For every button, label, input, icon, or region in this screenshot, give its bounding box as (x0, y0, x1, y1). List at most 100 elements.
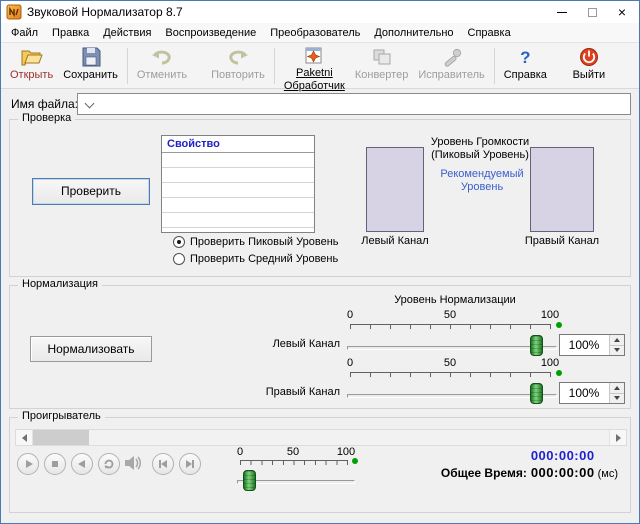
player-scale-50: 50 (278, 446, 308, 458)
radio-check-average[interactable]: Проверить Средний Уровень (173, 253, 338, 265)
recommended-level-text: Рекомендуемый Уровень (436, 168, 528, 194)
rewind-button[interactable] (71, 453, 93, 475)
left-channel-meter (366, 147, 424, 232)
left-channel-meter-label: Левый Канал (340, 235, 450, 247)
menu-actions[interactable]: Действия (96, 24, 158, 42)
previous-button[interactable] (152, 453, 174, 475)
player-slider-thumb[interactable] (243, 470, 256, 491)
scroll-left-arrow[interactable] (16, 430, 33, 445)
right-scale-0: 0 (335, 357, 365, 369)
repeat-icon (103, 458, 115, 470)
left-scale-100: 100 (535, 309, 565, 321)
filename-combobox[interactable] (77, 93, 631, 115)
right-slider-track[interactable] (347, 394, 557, 398)
window-title: Звуковой Нормализатор 8.7 (27, 5, 183, 19)
stop-button[interactable] (44, 453, 66, 475)
volume-button[interactable] (123, 455, 143, 474)
property-table-header: Свойство (162, 136, 314, 153)
menu-help[interactable]: Справка (461, 24, 518, 42)
save-floppy-icon (80, 47, 102, 67)
redo-button[interactable]: Повторить (206, 45, 270, 87)
right-slider-green-dot (556, 370, 562, 376)
next-icon (184, 458, 196, 470)
left-slider-thumb[interactable] (530, 335, 543, 356)
player-scale-0: 0 (225, 446, 255, 458)
left-slider-ruler (350, 324, 551, 329)
table-row[interactable] (162, 213, 314, 228)
normalize-group: Нормализация Уровень Нормализации Нормал… (9, 285, 631, 409)
property-table: Свойство (161, 135, 315, 233)
left-channel-label: Левый Канал (232, 338, 340, 350)
spin-up-button[interactable] (610, 335, 624, 345)
fixer-button[interactable]: Исправитель (413, 45, 489, 87)
radio-average-label: Проверить Средний Уровень (190, 253, 338, 265)
menu-playback[interactable]: Воспроизведение (158, 24, 263, 42)
undo-button[interactable]: Отменить (132, 45, 192, 87)
previous-icon (157, 458, 169, 470)
scrollbar-thumb[interactable] (33, 430, 89, 445)
play-button[interactable] (17, 453, 39, 475)
check-group-label: Проверка (18, 112, 75, 124)
left-slider-track[interactable] (347, 346, 557, 350)
right-slider-thumb[interactable] (530, 383, 543, 404)
toolbar-separator (274, 48, 275, 84)
next-button[interactable] (179, 453, 201, 475)
undo-icon (150, 47, 174, 67)
repeat-button[interactable] (98, 453, 120, 475)
player-group-label: Проигрыватель (18, 410, 105, 422)
minimize-button[interactable] (547, 1, 577, 23)
close-button[interactable]: × (607, 1, 637, 23)
window-controls: × (547, 1, 637, 23)
scroll-right-arrow[interactable] (609, 430, 626, 445)
left-scale-50: 50 (435, 309, 465, 321)
maximize-button[interactable] (577, 1, 607, 23)
normalization-level-title: Уровень Нормализации (340, 294, 570, 306)
player-scale-100: 100 (331, 446, 361, 458)
exit-power-icon (579, 47, 599, 67)
toolbar: Открыть Сохранить Отменить Повторить (1, 43, 639, 89)
stop-icon (49, 458, 61, 470)
menu-converter[interactable]: Преобразователь (263, 24, 367, 42)
right-channel-meter-label: Правый Канал (510, 235, 614, 247)
converter-button[interactable]: Конвертер (350, 45, 413, 87)
radio-peak-label: Проверить Пиковый Уровень (190, 236, 339, 248)
total-time-label: Общее Время: (441, 466, 527, 480)
table-row[interactable] (162, 183, 314, 198)
save-label: Сохранить (63, 70, 118, 81)
right-level-spinner[interactable]: 100% (559, 382, 625, 404)
spin-up-button[interactable] (610, 383, 624, 393)
time-display: 000:00:00(мс) Общее Время:000:00:00(мс) (441, 448, 618, 482)
exit-label: Выйти (573, 70, 606, 81)
seek-scrollbar[interactable] (15, 429, 627, 446)
right-level-value[interactable]: 100% (560, 383, 608, 403)
check-button[interactable]: Проверить (32, 178, 150, 205)
right-channel-meter (530, 147, 594, 232)
spin-down-button[interactable] (610, 345, 624, 356)
batch-processor-button[interactable]: Paketni Обработчик (279, 45, 350, 87)
chevron-down-icon[interactable] (85, 99, 95, 109)
left-level-spinner[interactable]: 100% (559, 334, 625, 356)
menu-edit[interactable]: Правка (45, 24, 96, 42)
batch-label-line2: Обработчик (284, 81, 345, 92)
help-button[interactable]: ? Справка (499, 45, 552, 87)
table-row[interactable] (162, 153, 314, 168)
normalize-button[interactable]: Нормализовать (30, 336, 152, 362)
menu-extra[interactable]: Дополнительно (367, 24, 460, 42)
right-channel-label: Правый Канал (232, 386, 340, 398)
spin-down-button[interactable] (610, 393, 624, 404)
menu-file[interactable]: Файл (4, 24, 45, 42)
save-button[interactable]: Сохранить (58, 45, 123, 87)
left-level-value[interactable]: 100% (560, 335, 608, 355)
exit-button[interactable]: Выйти (566, 45, 612, 87)
rewind-icon (76, 458, 88, 470)
filename-label: Имя файла: (11, 97, 78, 111)
open-folder-icon (20, 47, 44, 67)
toolbar-separator (127, 48, 128, 84)
open-button[interactable]: Открыть (5, 45, 58, 87)
table-row[interactable] (162, 168, 314, 183)
current-time: 000:00:00 (531, 448, 595, 463)
redo-label: Повторить (211, 70, 265, 81)
radio-check-peak[interactable]: Проверить Пиковый Уровень (173, 236, 339, 248)
play-icon (22, 458, 34, 470)
table-row[interactable] (162, 198, 314, 213)
